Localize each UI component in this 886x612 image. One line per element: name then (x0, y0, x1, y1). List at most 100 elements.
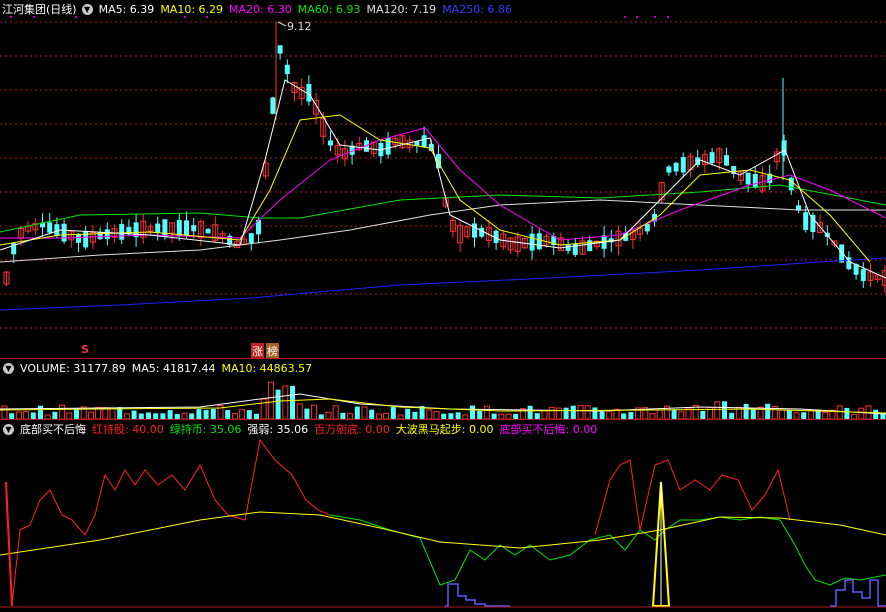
candle-body-down (97, 232, 103, 240)
volume-bar-up (656, 409, 663, 420)
volume-bar-up (239, 409, 246, 420)
candle-body-down (61, 223, 67, 242)
dark-horse-label: 大波黑马起步: 0.00 (395, 423, 494, 436)
volume-bar-down (671, 409, 677, 419)
volume-bar-up (325, 411, 332, 420)
chevron-down-icon[interactable]: ▼ (3, 362, 14, 374)
volume-bar-down (599, 411, 605, 419)
candle-body-down (155, 223, 161, 234)
hold-stock-line (5, 438, 331, 606)
volume-bar-up (807, 410, 814, 420)
volume-bar-down (750, 409, 756, 419)
candle-body-down (839, 244, 845, 263)
candle-body-down (673, 162, 679, 172)
high-price-label: 9.12 (287, 20, 312, 33)
ma20-line (0, 127, 886, 241)
volume-bar-down (354, 406, 360, 419)
volume-bar-down (765, 403, 771, 419)
ma250-label: MA250: 6.86 (442, 2, 512, 16)
candle-body-down (810, 214, 816, 233)
candle-body-down (752, 174, 758, 188)
volume-bar-down (38, 405, 43, 419)
candle-body-down (745, 172, 751, 185)
indicator-chart (0, 438, 886, 608)
volume-bar-down (455, 412, 461, 419)
volume-label: VOLUME: 31177.89 (20, 361, 126, 375)
volume-bar-down (52, 411, 58, 419)
volume-bar-down (405, 408, 411, 419)
candle-body-down (472, 223, 477, 238)
volume-bar-up (260, 398, 267, 420)
volume-bar-down (592, 407, 598, 419)
candle-body-down (162, 219, 168, 237)
volume-bar-down (210, 408, 216, 419)
limit-up-marker: 涨 (251, 343, 264, 359)
candle-body-down (277, 45, 283, 54)
signal-dot (624, 16, 626, 18)
volume-bar-down (815, 410, 821, 419)
volume-bar-down (477, 410, 483, 419)
volume-bar-up (267, 381, 274, 420)
ma20-label: MA20: 6.30 (229, 2, 292, 16)
hold-stock-label: 红持股: 40.00 (92, 423, 164, 436)
volume-bar-up (1, 405, 8, 420)
chevron-down-icon[interactable]: ▼ (3, 423, 14, 435)
volume-bar-up (483, 405, 490, 420)
volume-bar-down (801, 412, 807, 419)
candle-body-down (680, 157, 686, 173)
volume-bar-down (131, 410, 137, 419)
volume-bar-down (369, 409, 375, 419)
volume-bar-up (714, 401, 721, 420)
volume-bar-up (59, 404, 66, 420)
volume-bar-up (822, 411, 829, 420)
candle-body-down (248, 233, 254, 244)
volume-bar-down (563, 407, 569, 419)
candle-body-down (644, 223, 650, 232)
bottom-buy-steps (830, 579, 886, 607)
candle-body-down (270, 97, 276, 114)
candle-body-down (803, 212, 809, 230)
indicator-legend: ▼ 底部买不后悔 红持股: 40.00 绿持币: 35.06 强弱: 35.06… (0, 421, 603, 437)
bottom-dig-label: 百万剜底: 0.00 (314, 423, 390, 436)
candlestick-chart[interactable] (0, 0, 886, 358)
ma5-label: MA5: 6.39 (98, 2, 155, 16)
chevron-down-icon[interactable]: ▼ (81, 3, 93, 15)
candle-body-down (536, 233, 542, 250)
volume-bar-down (225, 409, 231, 419)
volume-bar-down (390, 406, 396, 419)
volume-bar-down (412, 411, 418, 419)
indicator-name: 底部买不后悔 (20, 423, 86, 436)
volume-bar-up (433, 410, 440, 420)
ma60-label: MA60: 6.93 (297, 2, 361, 16)
stock-title: 江河集团(日线) (2, 3, 77, 16)
ma120-line (0, 199, 886, 263)
volume-bar-down (275, 389, 281, 419)
bottom-buy-steps (445, 583, 510, 607)
volume-bar-up (548, 406, 555, 420)
bottom-buy-label: 底部买不后悔: 0.00 (499, 423, 598, 436)
volume-bar-up (361, 406, 368, 420)
signal-s-marker: S (81, 343, 89, 356)
volume-bar-up (584, 405, 591, 420)
volume-ma10-label: MA10: 44863.57 (221, 361, 313, 375)
strength-label: 强弱: 35.06 (247, 423, 309, 436)
candle-body-down (328, 140, 333, 146)
signal-dot (667, 16, 669, 18)
volume-bar-up (296, 403, 303, 420)
volume-bar-down (470, 405, 475, 419)
candle-body-down (529, 233, 535, 251)
hold-stock-line (594, 459, 791, 536)
candle-body-down (119, 223, 125, 240)
volume-bar-up (779, 409, 786, 420)
price-legend: 江河集团(日线) ▼ MA5: 6.39 MA10: 6.29 MA20: 6.… (0, 1, 518, 17)
high-price-pointer (277, 21, 287, 27)
ma250-line (0, 257, 886, 311)
volume-bar-up (577, 404, 584, 420)
volume-panel[interactable]: ▼ VOLUME: 31177.89 MA5: 41817.44 MA10: 4… (0, 359, 886, 420)
indicator-panel[interactable]: ▼ 底部买不后悔 红持股: 40.00 绿持币: 35.06 强弱: 35.06… (0, 420, 886, 612)
ma10-label: MA10: 6.29 (160, 2, 224, 16)
volume-bar-up (606, 411, 613, 420)
volume-legend: ▼ VOLUME: 31177.89 MA5: 41817.44 MA10: 4… (0, 360, 318, 376)
volume-bar-down (628, 412, 634, 419)
price-chart-panel[interactable]: 江河集团(日线) ▼ MA5: 6.39 MA10: 6.29 MA20: 6.… (0, 0, 886, 359)
